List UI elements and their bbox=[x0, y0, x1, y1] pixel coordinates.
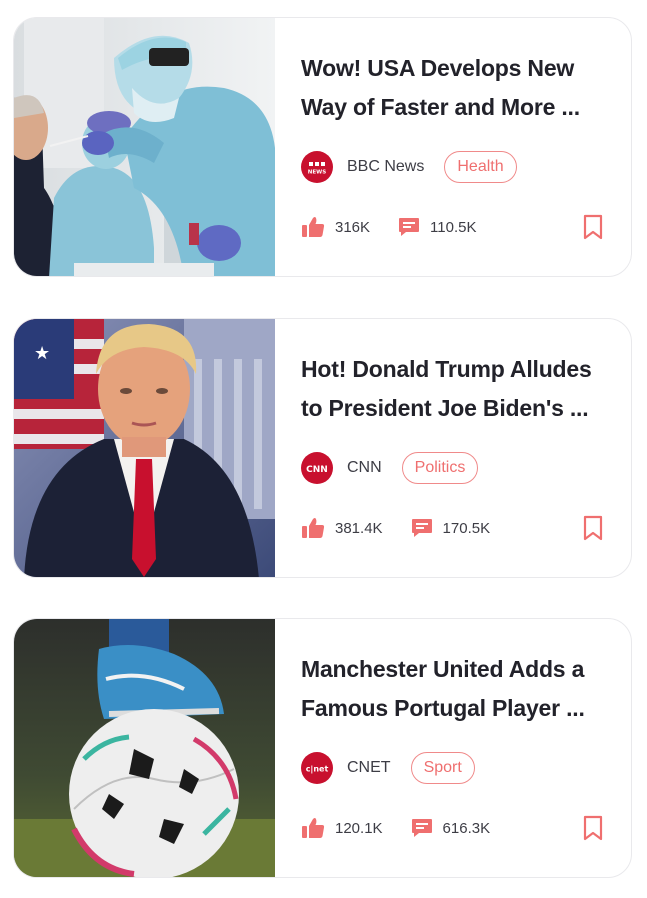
bbc-news-logo: NEWS bbox=[301, 151, 333, 183]
source-name[interactable]: BBC News bbox=[347, 158, 424, 176]
comment-stat[interactable]: 170.5K bbox=[411, 517, 491, 539]
bookmark-icon bbox=[583, 214, 603, 240]
svg-text:★: ★ bbox=[34, 343, 50, 364]
article-thumbnail[interactable] bbox=[14, 18, 275, 276]
article-meta: c|net CNET Sport bbox=[301, 751, 475, 785]
like-count: 381.4K bbox=[335, 519, 383, 537]
article-thumbnail[interactable] bbox=[14, 619, 275, 877]
logo-text: c|net bbox=[306, 765, 329, 774]
category-tag[interactable]: Politics bbox=[401, 452, 479, 484]
source-name[interactable]: CNN bbox=[347, 459, 382, 477]
comment-stat[interactable]: 110.5K bbox=[398, 216, 476, 238]
article-meta: CNN CNN Politics bbox=[301, 451, 479, 485]
article-title[interactable]: Wow! USA Develops New Way of Faster and … bbox=[301, 49, 611, 127]
article-title-line: Hot! Donald Trump Alludes bbox=[301, 356, 592, 382]
article-title-line: Wow! USA Develops New bbox=[301, 55, 575, 81]
like-count: 316K bbox=[335, 218, 371, 236]
comment-icon bbox=[411, 519, 432, 537]
trump-portrait-photo: ★ bbox=[14, 319, 275, 577]
article-title-line: Famous Portugal Player ... bbox=[301, 695, 585, 721]
soccer-ball-photo bbox=[14, 619, 275, 877]
thumbs-up-icon bbox=[302, 818, 325, 838]
article-stats: 381.4K 170.5K bbox=[301, 515, 603, 541]
comment-icon bbox=[411, 819, 432, 837]
bookmark-button[interactable] bbox=[583, 214, 603, 240]
news-card[interactable]: ★ Hot! Donald Trump Alludes to President… bbox=[13, 318, 632, 578]
cnn-logo: CNN bbox=[301, 452, 333, 484]
thumbs-up-icon bbox=[302, 217, 325, 237]
comment-icon bbox=[399, 218, 420, 236]
comment-count: 170.5K bbox=[442, 519, 491, 537]
comment-count: 110.5K bbox=[430, 218, 477, 236]
news-card[interactable]: Manchester United Adds a Famous Portugal… bbox=[13, 618, 632, 878]
article-meta: NEWS BBC News Health bbox=[301, 150, 517, 184]
logo-text: CNN bbox=[306, 465, 328, 475]
bookmark-button[interactable] bbox=[583, 515, 603, 541]
article-title-line: to President Joe Biden's ... bbox=[301, 395, 589, 421]
like-count: 120.1K bbox=[335, 819, 383, 837]
category-tag[interactable]: Health bbox=[444, 151, 517, 183]
logo-text: NEWS bbox=[308, 170, 326, 176]
comment-count: 616.3K bbox=[442, 819, 491, 837]
bookmark-button[interactable] bbox=[583, 815, 603, 841]
like-stat[interactable]: 120.1K bbox=[301, 817, 383, 839]
category-tag[interactable]: Sport bbox=[410, 752, 475, 784]
bookmark-icon bbox=[583, 515, 603, 541]
article-content: Hot! Donald Trump Alludes to President J… bbox=[301, 319, 603, 577]
article-content: Manchester United Adds a Famous Portugal… bbox=[301, 619, 603, 877]
thumbs-up-icon bbox=[302, 518, 325, 538]
bookmark-icon bbox=[583, 815, 603, 841]
article-title[interactable]: Hot! Donald Trump Alludes to President J… bbox=[301, 350, 611, 428]
article-stats: 120.1K 616.3K bbox=[301, 815, 603, 841]
article-title[interactable]: Manchester United Adds a Famous Portugal… bbox=[301, 650, 611, 728]
cnet-logo: c|net bbox=[301, 752, 333, 784]
article-title-line: Way of Faster and More ... bbox=[301, 94, 580, 120]
article-title-line: Manchester United Adds a bbox=[301, 656, 585, 682]
source-name[interactable]: CNET bbox=[347, 759, 391, 777]
news-card[interactable]: Wow! USA Develops New Way of Faster and … bbox=[13, 17, 632, 277]
like-stat[interactable]: 316K bbox=[301, 216, 370, 238]
article-stats: 316K 110.5K bbox=[301, 214, 603, 240]
comment-stat[interactable]: 616.3K bbox=[411, 817, 491, 839]
news-list: Wow! USA Develops New Way of Faster and … bbox=[0, 0, 647, 898]
covid-test-photo bbox=[14, 18, 275, 276]
like-stat[interactable]: 381.4K bbox=[301, 517, 383, 539]
article-thumbnail[interactable]: ★ bbox=[14, 319, 275, 577]
article-content: Wow! USA Develops New Way of Faster and … bbox=[301, 18, 603, 276]
